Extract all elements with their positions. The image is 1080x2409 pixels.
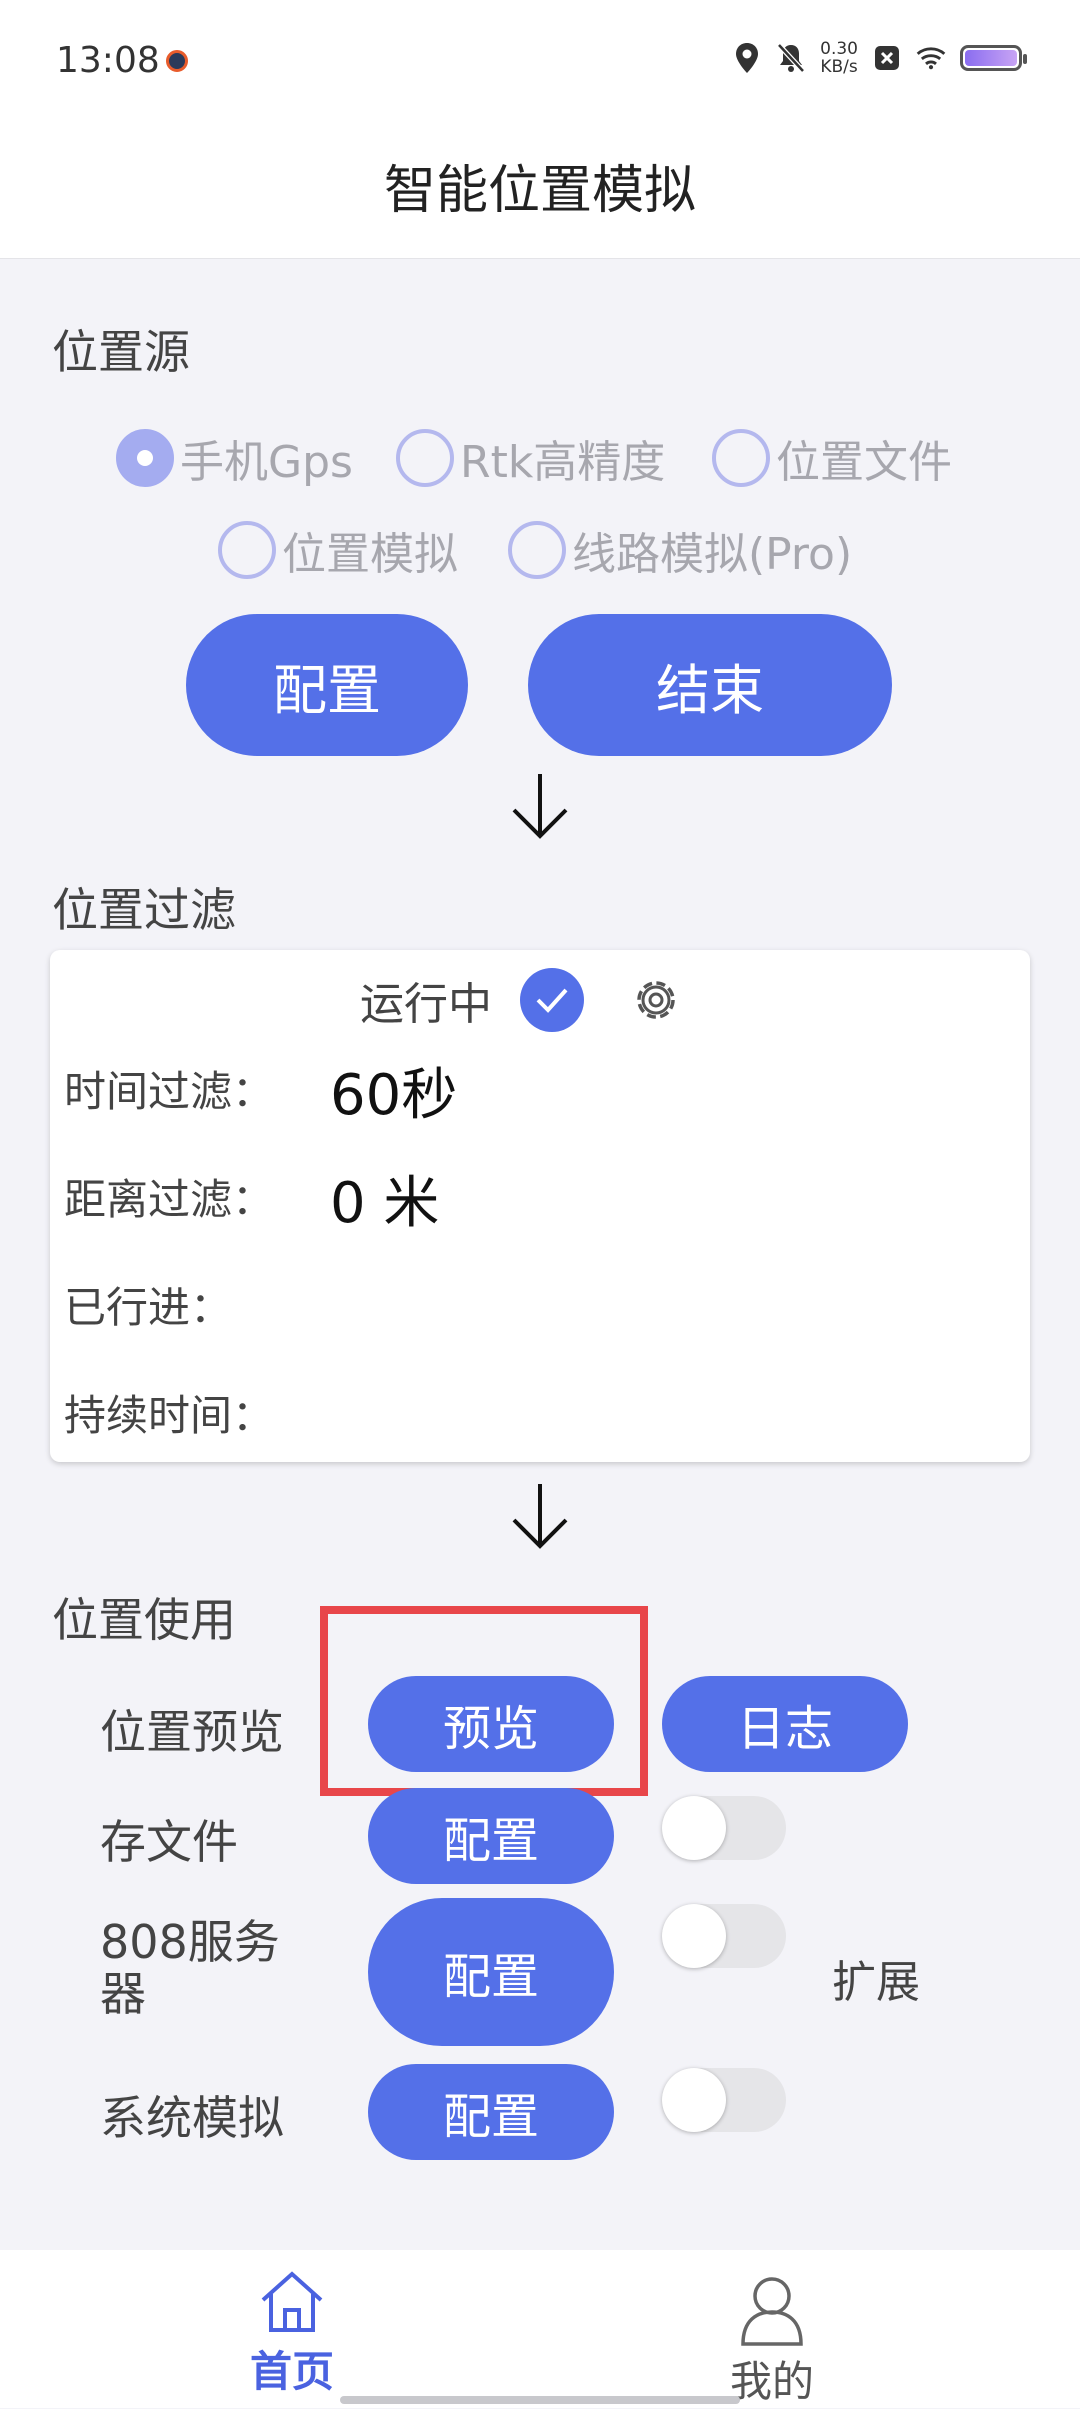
preview-row-label: 位置预览: [100, 1705, 284, 1759]
filter-status: 运行中: [360, 968, 684, 1032]
radio-label: 线路模拟(Pro): [572, 529, 853, 580]
arrow-down-icon: [512, 1484, 568, 1549]
radio-unchecked-icon: [508, 521, 566, 579]
traveled-label: 已行进：: [64, 1283, 233, 1332]
time-filter-value: 60秒: [330, 1063, 458, 1128]
app-bar: 智能位置模拟: [0, 128, 1080, 259]
server-label: 808服务 器: [100, 1916, 280, 2020]
nav-home[interactable]: 首页: [250, 2268, 334, 2399]
usage-section-title: 位置使用: [52, 1593, 236, 1647]
home-icon: [261, 2271, 323, 2332]
filter-section-title: 位置过滤: [52, 883, 236, 937]
gear-icon[interactable]: [628, 972, 684, 1028]
radio-location-simulation[interactable]: 位置模拟: [218, 518, 458, 582]
nav-mine-label: 我的: [730, 2357, 815, 2406]
home-indicator[interactable]: [340, 2396, 740, 2404]
toggle-knob: [662, 1796, 726, 1860]
user-icon: [741, 2277, 803, 2346]
save-file-toggle[interactable]: [662, 1796, 786, 1860]
save-file-config-button[interactable]: 配置: [368, 1788, 614, 1884]
wifi-icon: [916, 41, 946, 75]
bell-off-icon: [776, 41, 806, 75]
arrow-down-icon: [512, 774, 568, 839]
radio-unchecked-icon: [218, 521, 276, 579]
distance-filter-label: 距离过滤：: [64, 1175, 275, 1224]
radio-location-file[interactable]: 位置文件: [712, 426, 952, 490]
source-end-button[interactable]: 结束: [528, 614, 892, 756]
server-label-line2: 器: [100, 1967, 146, 2021]
log-button[interactable]: 日志: [662, 1676, 908, 1772]
system-simulation-toggle[interactable]: [662, 2068, 786, 2132]
extend-label[interactable]: 扩展: [832, 1946, 920, 2010]
toggle-knob: [662, 2068, 726, 2132]
time-filter-label: 时间过滤：: [64, 1067, 275, 1116]
bottom-nav: 首页 我的: [0, 2250, 1080, 2408]
source-config-button[interactable]: 配置: [186, 614, 468, 756]
app-notification-icon: [166, 50, 188, 72]
network-speed: 0.30 KB/s: [820, 40, 858, 76]
radio-label: 位置模拟: [282, 529, 458, 580]
server-label-line1: 808服务: [100, 1915, 280, 1969]
save-file-label: 存文件: [100, 1815, 238, 1869]
radio-checked-icon: [116, 429, 174, 487]
location-icon: [732, 41, 762, 75]
check-icon[interactable]: [520, 968, 584, 1032]
nav-home-label: 首页: [250, 2347, 335, 2396]
server-toggle[interactable]: [662, 1904, 786, 1968]
status-time: 13:08: [56, 40, 160, 81]
system-simulation-config-button[interactable]: 配置: [368, 2064, 614, 2160]
radio-unchecked-icon: [396, 429, 454, 487]
page-title: 智能位置模拟: [383, 161, 696, 221]
close-box-icon: [872, 41, 902, 75]
duration-label: 持续时间：: [64, 1391, 275, 1440]
status-icons: 0.30 KB/s: [732, 40, 1027, 76]
radio-label: 位置文件: [776, 437, 952, 488]
radio-label: Rtk高精度: [460, 437, 666, 488]
system-simulation-label: 系统模拟: [100, 2091, 284, 2145]
radio-label: 手机Gps: [180, 437, 353, 488]
toggle-knob: [662, 1904, 726, 1968]
radio-rtk[interactable]: Rtk高精度: [396, 426, 665, 490]
net-speed-value: 0.30: [820, 39, 858, 59]
running-status-text: 运行中: [360, 979, 492, 1030]
net-speed-unit: KB/s: [820, 57, 858, 77]
server-config-button[interactable]: 配置: [368, 1898, 614, 2046]
distance-filter-value: 0 米: [330, 1171, 440, 1236]
filter-card: 运行中 时间过滤： 60秒 距离过滤： 0 米 已行进： 持续时间：: [50, 950, 1030, 1462]
nav-mine[interactable]: 我的: [730, 2274, 814, 2409]
source-section-title: 位置源: [52, 325, 190, 379]
highlight-box: [320, 1606, 648, 1796]
radio-unchecked-icon: [712, 429, 770, 487]
status-bar: 13:08 0.30 KB/s: [0, 0, 1080, 128]
radio-route-simulation[interactable]: 线路模拟(Pro): [508, 518, 852, 582]
radio-phone-gps[interactable]: 手机Gps: [116, 426, 353, 490]
battery-icon: [960, 45, 1027, 71]
